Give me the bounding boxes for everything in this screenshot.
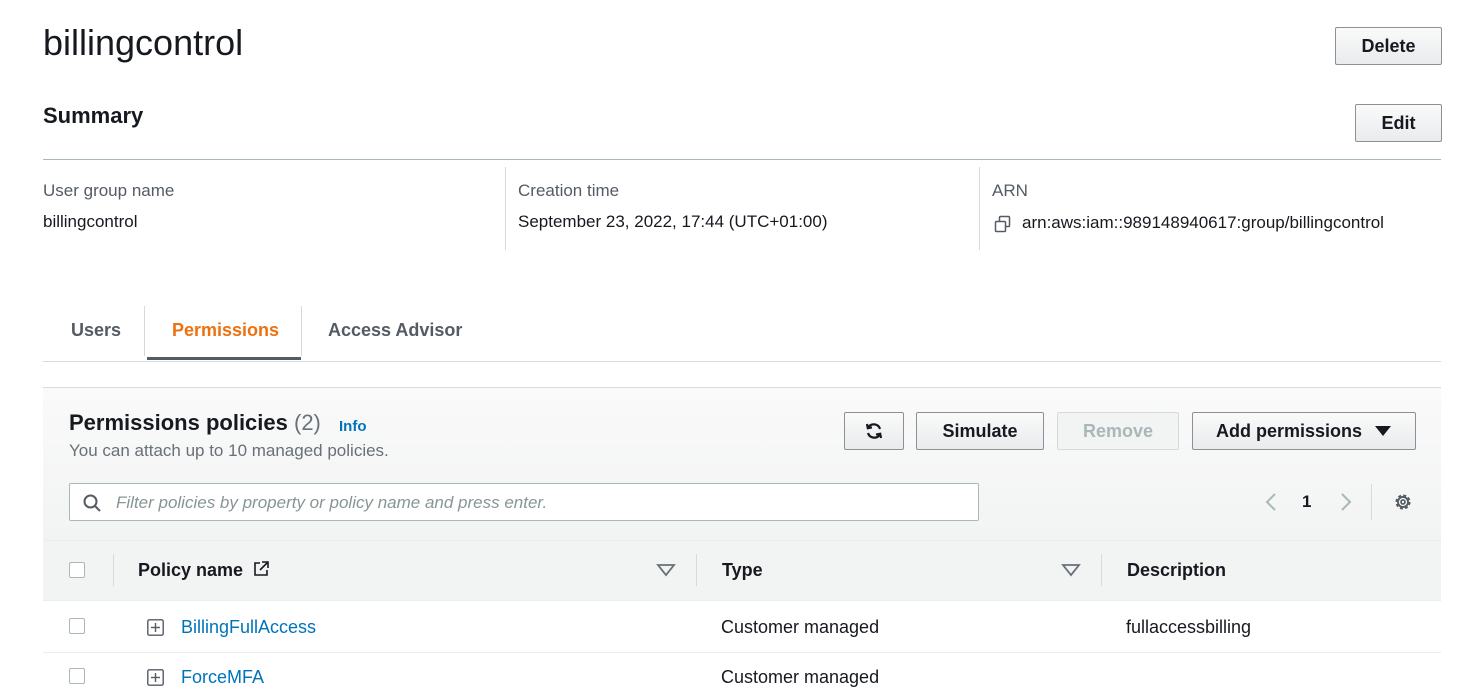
filter-policies-field[interactable] — [69, 483, 979, 522]
gear-icon[interactable] — [1391, 490, 1415, 514]
permissions-policies-heading: Permissions policies — [69, 410, 288, 435]
info-link[interactable]: Info — [339, 418, 367, 435]
row-divider — [43, 652, 1441, 653]
add-permissions-label: Add permissions — [1215, 420, 1363, 441]
column-header-policy-name[interactable]: Policy name — [138, 560, 270, 583]
simulate-button[interactable]: Simulate — [916, 412, 1044, 450]
pagination-divider — [1371, 484, 1372, 520]
policy-count: (2) — [294, 410, 321, 435]
refresh-button[interactable] — [844, 412, 904, 450]
caret-down-icon — [1374, 425, 1392, 437]
permissions-policies-title: Permissions policies (2) — [69, 410, 321, 436]
column-divider — [113, 554, 114, 586]
active-tab-indicator — [147, 357, 301, 360]
add-permissions-button[interactable]: Add permissions — [1192, 412, 1416, 450]
sort-caret-down-icon[interactable] — [655, 562, 677, 578]
select-all-checkbox[interactable] — [69, 562, 85, 578]
user-group-name-value: billingcontrol — [43, 212, 138, 231]
user-group-name-label: User group name — [43, 181, 175, 200]
policy-name-header-label: Policy name — [138, 560, 244, 580]
tab-users[interactable]: Users — [71, 300, 121, 360]
column-divider — [1101, 554, 1102, 586]
policy-type: Customer managed — [721, 617, 880, 637]
summary-column-divider — [505, 167, 506, 250]
summary-divider — [43, 159, 1441, 160]
next-page-icon[interactable] — [1337, 490, 1355, 514]
tab-access-advisor[interactable]: Access Advisor — [328, 300, 462, 360]
policy-type: Customer managed — [721, 667, 880, 687]
arn-value: arn:aws:iam::989148940617:group/billingc… — [1022, 213, 1384, 232]
search-input[interactable] — [114, 484, 968, 522]
policy-description: fullaccessbilling — [1126, 617, 1252, 637]
arn-label: ARN — [992, 181, 1028, 200]
refresh-icon — [864, 421, 884, 441]
search-icon — [82, 493, 102, 513]
column-header-type[interactable]: Type — [722, 560, 763, 581]
policy-name-link[interactable]: ForceMFA — [181, 667, 264, 688]
expand-plus-icon[interactable] — [146, 668, 164, 686]
creation-time-label: Creation time — [518, 181, 620, 200]
delete-button[interactable]: Delete — [1335, 27, 1442, 65]
column-header-description: Description — [1127, 560, 1227, 580]
sort-caret-down-icon[interactable] — [1060, 562, 1082, 578]
tab-divider — [301, 306, 302, 356]
creation-time-value: September 23, 2022, 17:44 (UTC+01:00) — [518, 212, 828, 231]
tab-permissions[interactable]: Permissions — [172, 300, 279, 360]
page-title: billingcontrol — [43, 22, 244, 63]
expand-plus-icon[interactable] — [146, 618, 164, 636]
permissions-description: You can attach up to 10 managed policies… — [69, 441, 389, 460]
page-number[interactable]: 1 — [1302, 492, 1311, 512]
row-checkbox[interactable] — [69, 618, 85, 634]
edit-button[interactable]: Edit — [1355, 104, 1442, 142]
previous-page-icon[interactable] — [1262, 490, 1280, 514]
remove-button[interactable]: Remove — [1057, 412, 1179, 450]
external-link-icon — [252, 560, 270, 583]
copy-icon[interactable] — [993, 214, 1013, 234]
summary-title: Summary — [43, 103, 144, 128]
row-checkbox[interactable] — [69, 668, 85, 684]
column-divider — [696, 554, 697, 586]
tabs-divider — [43, 361, 1441, 362]
tab-divider — [144, 306, 145, 356]
summary-column-divider — [979, 167, 980, 250]
policy-name-link[interactable]: BillingFullAccess — [181, 617, 316, 638]
